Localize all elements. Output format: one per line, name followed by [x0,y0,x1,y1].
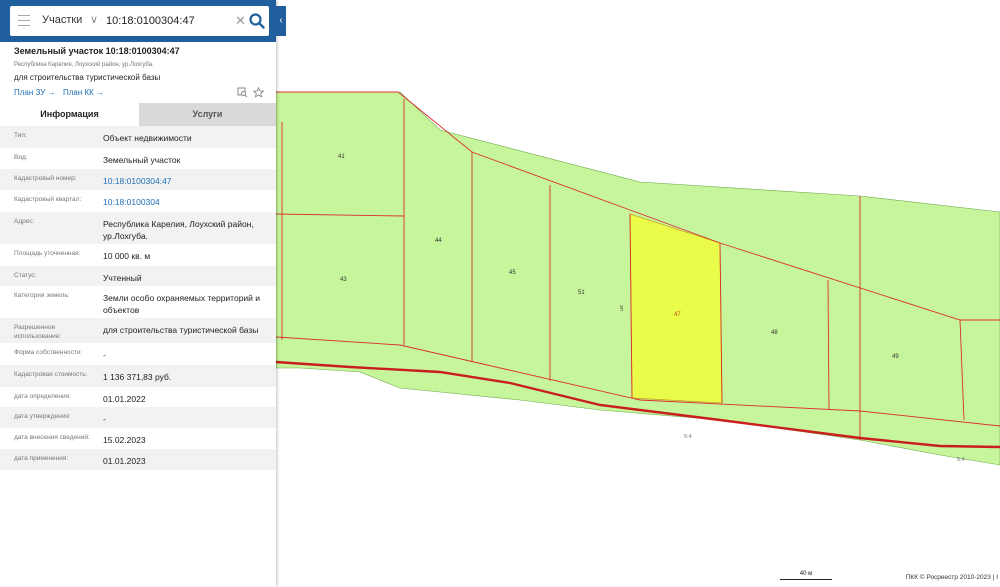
property-row: Кадастровый квартал: 10:18:0100304 [0,190,276,212]
property-key: Статус: [14,272,37,279]
parcel-label: 47 [674,312,681,318]
properties-table: Тип: Объект недвижимости Вид: Земельный уча… [0,126,276,470]
scale-bar: 40 м [780,571,832,580]
parcel-label: 51 [578,290,585,296]
scale-label: 40 м [799,571,813,577]
tab-info[interactable]: Информация [0,103,139,126]
property-value-link[interactable]: 10:18:0100304:47 [103,175,271,187]
property-key: Форма собственности: [14,349,83,356]
parcel-label: 48 [771,330,778,336]
property-value: Учтенный [103,273,142,283]
parcel-label: 44 [435,238,442,244]
property-key: Категория земель: [14,292,70,299]
tab-services[interactable]: Услуги [139,103,276,126]
star-icon[interactable] [253,87,264,98]
info-panel: Участки ∨ ✕ Земельный участок 10:18:0100… [0,0,276,587]
property-value: 01.01.2022 [103,394,146,404]
property-row: дата внесения сведений: 15.02.2023 [0,428,276,449]
parcel-label: 49 [892,354,899,360]
property-value: 10 000 кв. м [103,251,151,261]
road-label: 5:4 [957,457,965,463]
search-input[interactable] [106,12,232,30]
property-value: для строительства туристической базы [103,325,259,335]
property-key: дата внесения сведений: [14,434,90,441]
collapse-panel-button[interactable]: ‹ [276,6,286,36]
property-row: Кадастровый номер: 10:18:0100304:47 [0,169,276,190]
property-key: Вид: [14,154,28,161]
property-value: Республика Карелия, Лоухский район, ур.Л… [103,219,254,241]
chevron-down-icon[interactable]: ∨ [90,13,98,26]
property-row: Кадастровая стоимость: 1 136 371,83 руб. [0,365,276,387]
parcel-label: 41 [338,154,345,160]
object-address: Республика Карелия, Лоухский район, ур.Л… [14,62,154,68]
parcel-label: ЗП [619,305,624,311]
property-key: дата утверждения: [14,413,71,420]
property-row: дата утверждения: - [0,407,276,428]
property-row: Статус: Учтенный [0,266,276,286]
plan-kk-link[interactable]: План КК → [63,88,104,97]
property-key: Кадастровый номер: [14,175,77,182]
property-value: Земельный участок [103,155,181,165]
property-key: Кадастровая стоимость: [14,371,88,378]
property-row: Адрес: Республика Карелия, Лоухский район… [0,212,276,244]
tab-bar: Информация Услуги [0,103,276,126]
property-value: 1 136 371,83 руб. [103,372,172,382]
property-value: - [103,350,106,360]
property-key: дата применения: [14,455,69,462]
object-purpose: для строительства туристической базы [14,73,161,82]
property-row: дата применения: 01.01.2023 [0,449,276,470]
property-row: Площадь уточненная: 10 000 кв. м [0,244,276,266]
close-icon[interactable]: ✕ [235,13,246,29]
property-key: Адрес: [14,218,35,225]
parcel-47-selected[interactable] [629,213,723,404]
property-row: дата определения: 01.01.2022 [0,387,276,407]
property-row: Форма собственности: - [0,343,276,365]
property-row: Тип: Объект недвижимости [0,126,276,148]
plan-zu-link[interactable]: План ЗУ → [14,88,56,97]
scale-line [780,579,832,580]
search-box: Участки ∨ ✕ [10,6,269,36]
zoom-to-object-icon[interactable] [237,87,248,98]
property-row: Категория земель: Земли особо охраняемых … [0,286,276,318]
object-title: Земельный участок 10:18:0100304:47 [14,46,180,56]
property-row: Разрешенное использование: для строительс… [0,318,276,343]
property-key: Кадастровый квартал: [14,196,82,203]
attribution: ПКК © Росреестр 2010-2023 | I [905,574,998,581]
road-label: 5:4 [684,434,692,440]
property-value: - [103,414,106,424]
property-key: Площадь уточненная: [14,250,81,257]
property-value: Объект недвижимости [103,133,192,143]
property-value-link[interactable]: 10:18:0100304 [103,196,271,208]
property-value: 01.01.2023 [103,456,146,466]
parcel-label: 45 [509,270,516,276]
parcel-label: 43 [340,277,347,283]
property-value: Земли особо охраняемых территорий и объе… [103,293,261,315]
property-key: Разрешенное использование: [14,324,62,340]
property-row: Вид: Земельный участок [0,148,276,169]
search-bar: Участки ∨ ✕ [0,0,276,42]
property-key: дата определения: [14,393,71,400]
search-type-select[interactable]: Участки [42,14,82,26]
property-value: 15.02.2023 [103,435,146,445]
search-icon[interactable] [248,12,266,30]
menu-icon[interactable] [18,15,30,27]
property-key: Тип: [14,132,27,139]
